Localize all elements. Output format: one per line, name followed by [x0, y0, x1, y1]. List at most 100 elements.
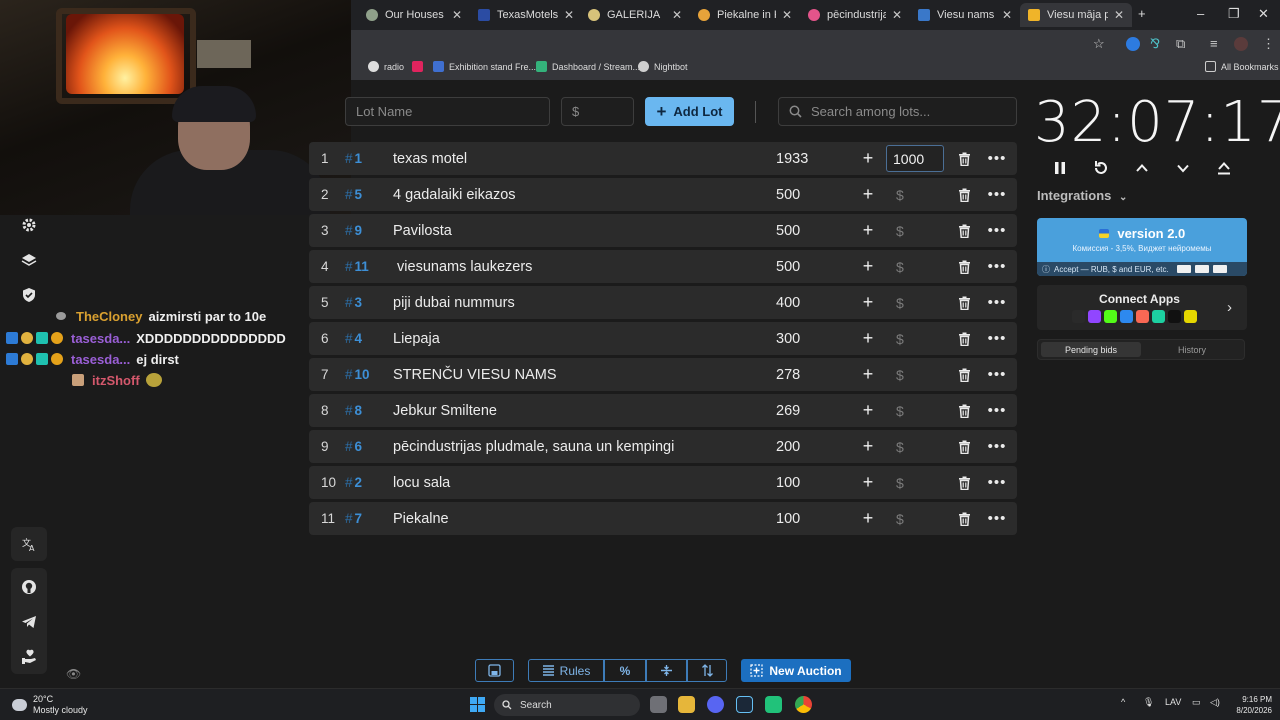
add-amount-plus-icon[interactable]: + — [859, 142, 877, 175]
delete-trash-icon[interactable] — [956, 394, 972, 427]
add-amount-plus-icon[interactable]: + — [859, 286, 877, 319]
bookmark-dashboard[interactable]: Dashboard / Stream... — [536, 61, 640, 72]
connect-app-icon[interactable] — [1168, 310, 1181, 323]
more-options-icon[interactable]: ••• — [988, 250, 1006, 283]
connect-app-icon[interactable] — [1072, 310, 1085, 323]
add-amount-plus-icon[interactable]: + — [859, 466, 877, 499]
github-icon[interactable] — [12, 570, 46, 604]
profile-avatar[interactable] — [1234, 37, 1248, 51]
lot-row[interactable]: 6 #4 Liepaja 300 + $ ••• — [309, 322, 1017, 355]
more-options-icon[interactable]: ••• — [988, 142, 1006, 175]
layers-icon[interactable] — [12, 243, 46, 277]
lot-bid-input[interactable]: $ — [892, 466, 946, 499]
more-options-icon[interactable]: ••• — [988, 502, 1006, 535]
add-amount-plus-icon[interactable]: + — [859, 178, 877, 211]
menu-kebab-icon[interactable]: ⋮ — [1262, 36, 1275, 52]
connect-app-icon[interactable] — [1104, 310, 1117, 323]
browser-tab-3[interactable]: Piekalne in Kalnie ✕ — [690, 3, 800, 27]
lot-search-input[interactable]: Search among lots... — [778, 97, 1017, 126]
add-amount-plus-icon[interactable]: + — [859, 430, 877, 463]
lot-bid-input[interactable]: $ — [892, 430, 946, 463]
all-bookmarks[interactable]: All Bookmarks — [1205, 61, 1279, 72]
donate-heart-hand-icon[interactable] — [12, 640, 46, 674]
close-window-icon[interactable]: ✕ — [1258, 6, 1269, 22]
browser-tab-active[interactable]: Viesu māja pie ez ✕ — [1020, 3, 1132, 27]
minimize-icon[interactable]: – — [1197, 6, 1204, 21]
browser-tab-4[interactable]: pēcindustrijas plu ✕ — [800, 3, 910, 27]
close-tab-icon[interactable]: ✕ — [782, 8, 792, 22]
lot-bid-input[interactable]: $ — [892, 502, 946, 535]
lot-bid-input[interactable]: 1000 — [886, 145, 944, 172]
sort-button[interactable] — [687, 659, 727, 682]
volume-icon[interactable]: ◁) — [1210, 697, 1220, 708]
connect-app-icon[interactable] — [1120, 310, 1133, 323]
browser-tab-0[interactable]: Our Houses | View ✕ — [358, 3, 470, 27]
delete-trash-icon[interactable] — [956, 502, 972, 535]
tray-chevron-icon[interactable]: ^ — [1121, 697, 1125, 707]
maximize-icon[interactable]: ❐ — [1228, 6, 1240, 22]
extension-icon[interactable] — [1126, 37, 1140, 51]
add-amount-plus-icon[interactable]: + — [859, 358, 877, 391]
lot-name[interactable]: Jebkur Smiltene — [393, 394, 763, 427]
double-up-icon[interactable] — [1212, 156, 1236, 180]
lot-name[interactable]: Liepaja — [393, 322, 763, 355]
bookmark-nightbot[interactable]: Nightbot — [638, 61, 688, 72]
lot-row[interactable]: 2 #5 4 gadalaiki eikazos 500 + $ ••• — [309, 178, 1017, 211]
discord-icon[interactable] — [707, 696, 724, 713]
lot-name[interactable]: 4 gadalaiki eikazos — [393, 178, 763, 211]
add-amount-plus-icon[interactable]: + — [859, 322, 877, 355]
delete-trash-icon[interactable] — [956, 466, 972, 499]
tab-history[interactable]: History — [1142, 342, 1242, 357]
lot-name[interactable]: locu sala — [393, 466, 763, 499]
language-indicator[interactable]: LAV — [1165, 697, 1181, 707]
close-tab-icon[interactable]: ✕ — [672, 8, 682, 22]
star-icon[interactable]: ☆ — [1093, 36, 1105, 52]
delete-trash-icon[interactable] — [956, 142, 972, 175]
more-options-icon[interactable]: ••• — [988, 358, 1006, 391]
lot-name-input[interactable]: Lot Name — [345, 97, 550, 126]
close-tab-icon[interactable]: ✕ — [564, 8, 574, 22]
lot-row[interactable]: 10 #2 locu sala 100 + $ ••• — [309, 466, 1017, 499]
lot-name[interactable]: texas motel — [393, 142, 763, 175]
browser-tab-1[interactable]: TexasMotels, Terre ✕ — [470, 3, 582, 27]
delete-trash-icon[interactable] — [956, 214, 972, 247]
more-options-icon[interactable]: ••• — [988, 430, 1006, 463]
chevron-up-icon[interactable] — [1130, 156, 1154, 180]
close-tab-icon[interactable]: ✕ — [452, 8, 462, 22]
close-tab-icon[interactable]: ✕ — [1114, 8, 1124, 22]
pause-icon[interactable] — [1048, 156, 1072, 180]
close-tab-icon[interactable]: ✕ — [892, 8, 902, 22]
connect-apps-card[interactable]: Connect Apps › — [1037, 285, 1247, 330]
file-explorer-icon[interactable] — [678, 696, 695, 713]
windows-start-icon[interactable] — [470, 697, 485, 712]
lot-name[interactable]: STRENČU VIESU NAMS — [393, 358, 763, 391]
more-options-icon[interactable]: ••• — [988, 466, 1006, 499]
lot-bid-input[interactable]: $ — [892, 394, 946, 427]
connect-app-icon[interactable] — [1088, 310, 1101, 323]
bookmark-radio[interactable]: radio — [368, 61, 404, 72]
lot-bid-input[interactable]: $ — [892, 358, 946, 391]
media-icon[interactable]: ≡ — [1210, 36, 1218, 51]
delete-trash-icon[interactable] — [956, 286, 972, 319]
version-card[interactable]: version 2.0 Комиссия - 3,5%, Виджет нейр… — [1037, 218, 1247, 276]
new-tab-icon[interactable]: + — [1138, 6, 1146, 21]
connect-app-icon[interactable] — [1184, 310, 1197, 323]
lot-bid-input[interactable]: $ — [892, 250, 946, 283]
lot-name[interactable]: Pavilosta — [393, 214, 763, 247]
extension-icon[interactable]: ⅋ — [1150, 36, 1160, 52]
lot-name[interactable]: piji dubai nummurs — [393, 286, 763, 319]
connect-app-icon[interactable] — [1136, 310, 1149, 323]
telegram-icon[interactable] — [12, 605, 46, 639]
split-button[interactable] — [646, 659, 687, 682]
chrome-icon[interactable] — [795, 696, 812, 713]
more-options-icon[interactable]: ••• — [988, 394, 1006, 427]
settings-gear-icon[interactable] — [12, 208, 46, 242]
new-auction-button[interactable]: New Auction — [741, 659, 851, 682]
lot-name[interactable]: viesunams laukezers — [393, 250, 763, 283]
more-options-icon[interactable]: ••• — [988, 286, 1006, 319]
weather-widget[interactable]: 20°C Mostly cloudy — [12, 694, 88, 716]
lot-row[interactable]: 11 #7 Piekalne 100 + $ ••• — [309, 502, 1017, 535]
microphone-icon[interactable]: 🎙 — [1143, 697, 1154, 708]
rules-button[interactable]: Rules — [528, 659, 604, 682]
steam-icon[interactable] — [736, 696, 753, 713]
